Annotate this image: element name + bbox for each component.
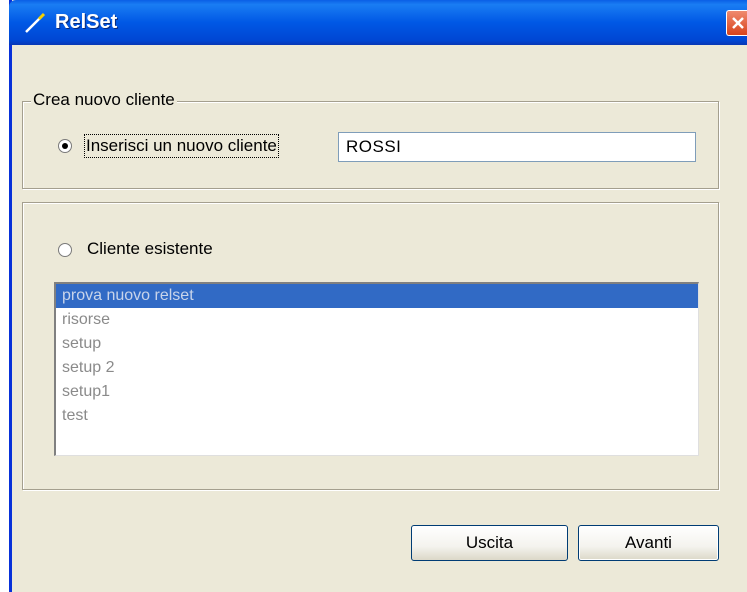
list-item[interactable]: test — [56, 404, 698, 428]
new-client-radio-label[interactable]: Inserisci un nuovo cliente — [84, 134, 279, 158]
client-name-input[interactable] — [338, 132, 696, 162]
list-item[interactable]: risorse — [56, 308, 698, 332]
pencil-icon — [23, 11, 47, 35]
existing-client-radio-label[interactable]: Cliente esistente — [87, 238, 213, 260]
list-item[interactable]: setup — [56, 332, 698, 356]
title-bar[interactable]: RelSet — [9, 0, 747, 45]
existing-client-radio[interactable] — [58, 243, 72, 257]
list-item[interactable]: setup1 — [56, 380, 698, 404]
exit-button[interactable]: Uscita — [411, 525, 568, 561]
radio-dot-icon — [62, 143, 68, 149]
list-item[interactable]: setup 2 — [56, 356, 698, 380]
list-item[interactable]: prova nuovo relset — [56, 284, 698, 308]
client-listbox[interactable]: prova nuovo relset risorse setup setup 2… — [54, 282, 699, 456]
new-client-legend: Crea nuovo cliente — [31, 90, 177, 110]
next-button[interactable]: Avanti — [578, 525, 719, 561]
window-title: RelSet — [55, 11, 118, 33]
close-button[interactable] — [726, 10, 747, 36]
new-client-radio[interactable] — [58, 139, 72, 153]
